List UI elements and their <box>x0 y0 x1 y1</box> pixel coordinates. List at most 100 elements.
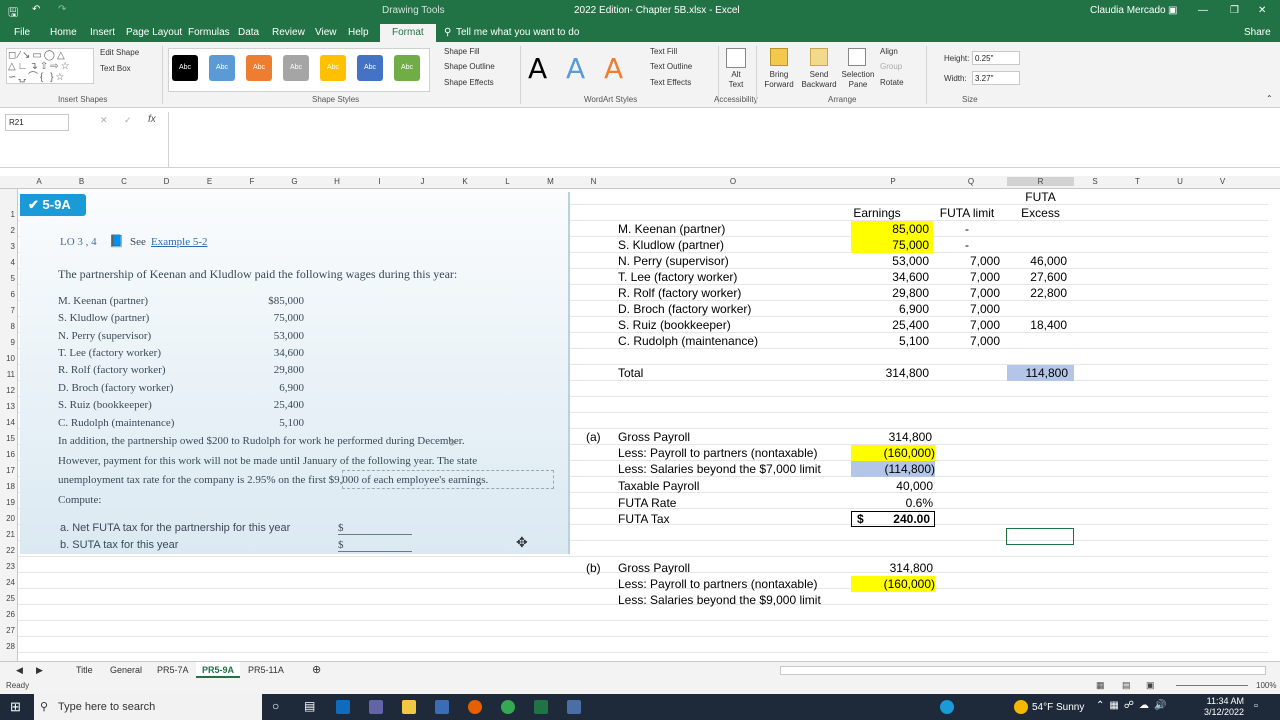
user-name[interactable]: Claudia Mercado <box>1090 5 1166 16</box>
selected-cell[interactable] <box>1006 528 1074 545</box>
column-header[interactable]: L <box>486 177 529 186</box>
column-header[interactable]: E <box>188 177 231 186</box>
bring-forward-button[interactable]: Bring Forward <box>762 70 796 90</box>
rotate-button[interactable]: Rotate <box>880 78 904 87</box>
tab-format[interactable]: Format <box>380 24 436 42</box>
close-icon[interactable]: ✕ <box>1258 5 1266 16</box>
sheet-tab[interactable]: Title <box>76 665 93 675</box>
text-fill-button[interactable]: Text Fill <box>650 47 677 56</box>
column-header[interactable]: M <box>529 177 572 186</box>
column-header[interactable]: P <box>851 177 935 186</box>
style-dark-blue[interactable]: Abc <box>357 55 383 81</box>
column-header[interactable]: Q <box>935 177 1007 186</box>
column-header[interactable]: A <box>18 177 60 186</box>
help-icon[interactable] <box>940 700 954 714</box>
group-button[interactable]: Group <box>880 62 902 71</box>
column-header[interactable]: T <box>1116 177 1159 186</box>
tab-view[interactable]: View <box>315 27 337 38</box>
add-sheet-icon[interactable]: ⊕ <box>312 663 321 676</box>
shape-fill-button[interactable]: Shape Fill <box>444 47 480 56</box>
redo-icon[interactable]: ↷ <box>58 4 66 15</box>
ribbon-display-icon[interactable]: ▣ <box>1168 5 1177 16</box>
name-box[interactable]: R21 <box>5 114 69 131</box>
align-button[interactable]: Align <box>880 47 898 56</box>
tab-review[interactable]: Review <box>272 27 305 38</box>
minimize-icon[interactable]: — <box>1198 5 1208 16</box>
page-layout-view-icon[interactable]: ▤ <box>1122 680 1131 691</box>
column-header[interactable]: B <box>60 177 103 186</box>
column-header[interactable]: S <box>1074 177 1116 186</box>
share-button[interactable]: Share <box>1244 27 1271 38</box>
text-box-button[interactable]: Text Box <box>100 64 131 73</box>
notifications-icon[interactable]: ▫ <box>1254 700 1258 712</box>
cancel-icon[interactable]: ✕ <box>100 115 108 126</box>
weather-text[interactable]: 54°F Sunny <box>1032 702 1084 713</box>
selected-shape-outline[interactable] <box>342 470 554 489</box>
text-outline-button[interactable]: Text Outline <box>650 62 692 71</box>
alt-text-button[interactable]: Alt Text <box>726 70 746 90</box>
chrome-icon[interactable] <box>501 700 515 714</box>
snipping-tool-icon[interactable] <box>567 700 581 714</box>
save-icon[interactable]: 🖫 <box>8 3 18 24</box>
style-orange[interactable]: Abc <box>246 55 272 81</box>
clock-time[interactable]: 11:34 AM <box>1204 696 1244 706</box>
task-view-icon[interactable]: ▤ <box>304 699 315 713</box>
column-header[interactable]: V <box>1201 177 1244 186</box>
width-input[interactable]: 3.27" <box>972 71 1020 85</box>
column-header[interactable]: O <box>615 177 851 186</box>
tab-formulas[interactable]: Formulas <box>188 27 230 38</box>
height-input[interactable]: 0.25" <box>972 51 1020 65</box>
excel-icon[interactable] <box>534 700 548 714</box>
tell-me-search[interactable]: Tell me what you want to do <box>456 27 579 38</box>
clock-date[interactable]: 3/12/2022 <box>1200 707 1244 717</box>
shape-outline-button[interactable]: Shape Outline <box>444 62 495 71</box>
wordart-orange[interactable]: A <box>604 52 623 85</box>
collapse-ribbon-icon[interactable]: ⌃ <box>1266 94 1273 103</box>
file-explorer-icon[interactable] <box>402 700 416 714</box>
wordart-black[interactable]: A <box>528 52 547 85</box>
sheet-tab[interactable]: PR5-11A <box>248 665 284 675</box>
tab-help[interactable]: Help <box>348 27 369 38</box>
style-gold[interactable]: Abc <box>320 55 346 81</box>
text-effects-button[interactable]: Text Effects <box>650 78 691 87</box>
column-header[interactable]: N <box>572 177 615 186</box>
shapes-gallery[interactable]: ◻∕↘▭◯△ △∟↴⇧⇨☆ ∽⍽⌒{ }☆ <box>6 48 94 84</box>
column-header[interactable]: K <box>444 177 486 186</box>
column-header[interactable]: C <box>103 177 145 186</box>
normal-view-icon[interactable]: ▦ <box>1096 680 1105 691</box>
column-header[interactable]: G <box>273 177 316 186</box>
insert-function-button[interactable]: fx <box>148 114 156 125</box>
style-gray[interactable]: Abc <box>283 55 309 81</box>
tab-page-layout[interactable]: Page Layout <box>126 27 182 38</box>
undo-icon[interactable]: ↶ <box>32 4 40 15</box>
sheet-tab[interactable]: General <box>110 665 142 675</box>
column-header-selected[interactable]: R <box>1007 177 1074 186</box>
zoom-slider[interactable] <box>1176 685 1248 686</box>
next-sheet-icon[interactable]: ▶ <box>36 665 43 676</box>
edit-shape-button[interactable]: Edit Shape <box>100 48 139 57</box>
outlook-icon[interactable] <box>336 700 350 714</box>
sheet-tab[interactable]: PR5-7A <box>157 665 189 675</box>
tab-insert[interactable]: Insert <box>90 27 115 38</box>
calculator-icon[interactable] <box>435 700 449 714</box>
restore-icon[interactable]: ❐ <box>1230 5 1239 16</box>
example-link[interactable]: Example 5-2 <box>151 236 208 248</box>
column-header[interactable]: H <box>316 177 358 186</box>
wordart-blue[interactable]: A <box>566 52 585 85</box>
column-header[interactable]: F <box>231 177 273 186</box>
problem-image[interactable]: ✔ 5-9A LO 3 , 4 📘 See Example 5-2 The pa… <box>20 192 570 554</box>
column-header[interactable]: U <box>1159 177 1201 186</box>
send-backward-button[interactable]: Send Backward <box>800 70 838 90</box>
sheet-tab-active[interactable]: PR5-9A <box>196 662 241 678</box>
column-header[interactable]: I <box>358 177 401 186</box>
selection-pane-button[interactable]: Selection Pane <box>840 70 876 90</box>
teams-icon[interactable] <box>369 700 383 714</box>
column-header[interactable]: D <box>145 177 188 186</box>
column-header[interactable]: J <box>401 177 444 186</box>
style-black[interactable]: Abc <box>172 55 198 81</box>
style-blue[interactable]: Abc <box>209 55 235 81</box>
style-green[interactable]: Abc <box>394 55 420 81</box>
formula-input[interactable] <box>168 112 1280 168</box>
tab-data[interactable]: Data <box>238 27 259 38</box>
zoom-level[interactable]: 100% <box>1256 681 1276 690</box>
